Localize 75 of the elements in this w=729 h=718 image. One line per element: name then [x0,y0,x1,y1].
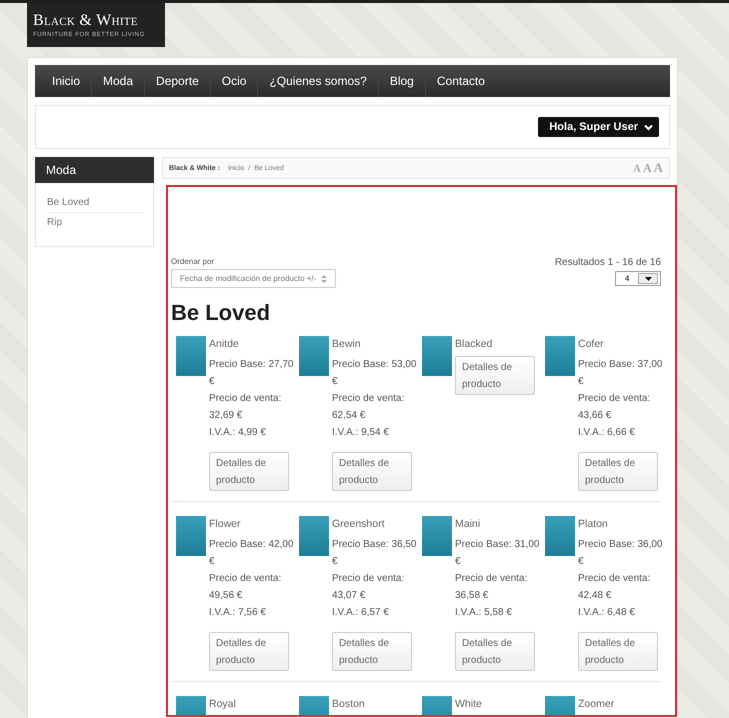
nav-link[interactable]: Blog [378,65,426,97]
product-name[interactable]: Platon [578,516,608,533]
product-details-button[interactable]: Detalles de producto [578,632,658,671]
nav-link[interactable]: Moda [92,65,146,97]
product-details-button[interactable]: Detalles de producto [332,632,412,671]
sort-label: Ordenar por [171,257,216,266]
sale-price-label: Precio de venta: [455,572,528,586]
photo-placeholder[interactable] [176,336,206,376]
sale-price-label: Precio de venta: [209,392,282,406]
photo-placeholder[interactable] [299,336,329,376]
sort-arrows-icon [321,274,328,282]
product-details-button[interactable]: Detalles de producto [209,452,289,491]
sale-price: 43,07 € [332,589,366,603]
photo-placeholder[interactable] [299,516,329,556]
product-name[interactable]: Boston [332,696,365,713]
vat-amount: I.V.A.: 6,57 € [332,606,389,620]
sale-price: 43,66 € [578,409,612,423]
category-title: Be Loved [171,300,272,326]
sale-price: 62,54 € [332,409,366,423]
product-details-button[interactable]: Detalles de producto [332,452,412,491]
sale-price: 36,58 € [455,589,488,603]
product-details-button[interactable]: Detalles de producto [455,356,535,395]
photo-placeholder[interactable] [176,516,206,556]
nav-link[interactable]: Ocio [210,65,258,97]
sale-price-label: Precio de venta: [578,572,650,586]
product-name[interactable]: Blacked [455,336,492,353]
sort-select[interactable]: Fecha de modificación de producto +/- [171,269,336,288]
product-name[interactable]: Cofer [578,336,604,353]
sale-price: 42,48 € [578,589,612,603]
product-name[interactable]: Greenshort [332,516,385,533]
sidebar-title: Moda [35,157,154,183]
sale-price: 32,69 € [209,409,242,423]
product-details-button[interactable]: Detalles de producto [209,632,289,671]
vat-amount: I.V.A.: 4,99 € [209,426,266,440]
results-count: Resultados 1 - 16 de 16 [554,257,661,268]
vat-amount: I.V.A.: 5,58 € [455,606,512,620]
vat-amount: I.V.A.: 9,54 € [332,426,389,440]
caret-down-icon [644,276,652,280]
product-name[interactable]: White [455,696,482,713]
vat-amount: I.V.A.: 6,66 € [578,426,635,440]
base-price: Precio Base: 37,00 € [578,358,664,389]
sale-price-label: Precio de venta: [578,392,650,406]
product-name[interactable]: Royal [209,696,236,713]
product-name[interactable]: Flower [209,516,241,533]
base-price: Precio Base: 36,50 € [332,538,418,569]
sidebar-item[interactable]: Rip [47,213,143,232]
sale-price-label: Precio de venta: [332,572,404,586]
photo-placeholder[interactable] [422,516,452,556]
vat-amount: I.V.A.: 7,56 € [209,606,266,620]
sale-price-label: Precio de venta: [209,572,282,586]
base-price: Precio Base: 36,00 € [578,538,664,569]
per-page-select[interactable]: 4 [615,271,661,286]
nav-link[interactable]: Inicio [41,65,92,97]
sidebar-item[interactable]: Be Loved [47,193,143,213]
base-price: Precio Base: 31,00 € [455,538,540,569]
photo-placeholder[interactable] [545,516,575,556]
product-name[interactable]: Zoomer [578,696,614,713]
photo-placeholder[interactable] [545,336,575,376]
nav-link[interactable]: Contacto [426,65,496,97]
nav-link[interactable]: ¿Quienes somos? [258,65,379,97]
product-name[interactable]: Maini [455,516,480,533]
chevron-down-icon [644,124,653,130]
base-price: Precio Base: 42,00 € [209,538,294,569]
base-price: Precio Base: 27,70 € [209,358,294,389]
sale-price: 49,56 € [209,589,242,603]
product-name[interactable]: Anitde [209,336,239,353]
vat-amount: I.V.A.: 6,48 € [578,606,635,620]
nav-link[interactable]: Deporte [145,65,211,97]
user-menu-button[interactable]: Hola, Super User [538,117,659,137]
base-price: Precio Base: 53,00 € [332,358,418,389]
sale-price-label: Precio de venta: [332,392,404,406]
product-name[interactable]: Bewin [332,336,361,353]
photo-placeholder[interactable] [422,336,452,376]
product-details-button[interactable]: Detalles de producto [578,452,658,491]
product-details-button[interactable]: Detalles de producto [455,632,535,671]
